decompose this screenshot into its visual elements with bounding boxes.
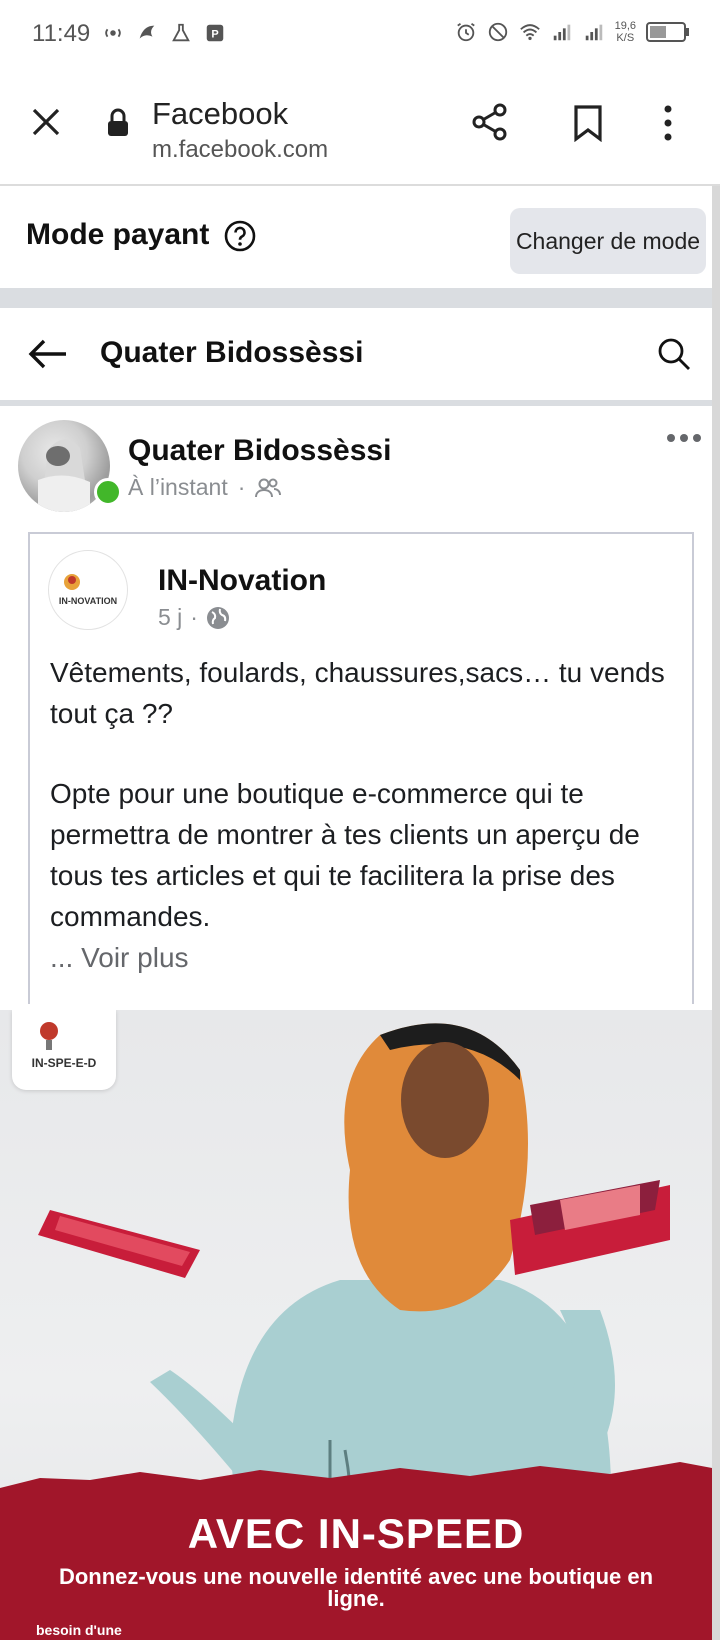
search-icon[interactable] xyxy=(656,336,692,372)
see-more-link[interactable]: ... Voir plus xyxy=(50,942,189,974)
status-system-icons: 19,6 K/S xyxy=(455,20,690,44)
hotspot-icon xyxy=(105,28,121,38)
battery-icon xyxy=(646,22,689,42)
pay-mode-title: Mode payant xyxy=(26,218,210,251)
meta-separator: · xyxy=(237,474,246,500)
shared-author-avatar[interactable]: IN-NOVATION xyxy=(48,550,128,630)
post-time[interactable]: À l’instant xyxy=(128,474,228,501)
browser-toolbar: Facebook m.facebook.com xyxy=(0,72,720,186)
flask-icon xyxy=(172,23,190,42)
inspeed-logo-text: IN-SPE-E-D xyxy=(31,1056,97,1070)
close-icon[interactable] xyxy=(30,106,62,138)
shared-author[interactable]: IN-Novation xyxy=(158,564,326,598)
friends-audience-icon[interactable] xyxy=(255,477,282,499)
shared-meta: 5 j · xyxy=(158,604,230,631)
status-time: 11:49 xyxy=(32,20,91,47)
shared-text-paragraph: Vêtements, foulards, chaussures,sacs… tu… xyxy=(50,657,665,729)
ad-headline: AVEC IN-SPEED xyxy=(187,1510,525,1557)
back-arrow-icon[interactable] xyxy=(28,338,68,370)
share-icon[interactable] xyxy=(470,102,510,142)
innovation-logo: IN-NOVATION xyxy=(59,574,117,606)
ad-subline: Donnez-vous une nouvelle identité avec u… xyxy=(58,1564,654,1611)
signal-2-icon xyxy=(585,24,602,41)
wifi-icon xyxy=(519,24,540,41)
pay-mode-banner: Mode payant Changer de mode xyxy=(0,186,712,288)
inspeed-logo-badge: IN-SPE-E-D xyxy=(12,1010,116,1090)
innovation-logo-text: IN-NOVATION xyxy=(59,596,117,606)
do-not-disturb-icon xyxy=(488,22,507,42)
lock-icon xyxy=(108,108,128,136)
network-speed: 19,6 K/S xyxy=(615,20,636,44)
network-speed-unit: K/S xyxy=(616,32,635,44)
globe-icon xyxy=(206,606,229,629)
powerpoint-icon: P xyxy=(206,24,224,42)
change-mode-button[interactable]: Changer de mode xyxy=(510,208,706,274)
status-bar: 11:49 P 19,6 K/S xyxy=(0,0,720,72)
page-title: Quater Bidossèssi xyxy=(100,336,364,369)
meta-separator: · xyxy=(190,604,198,630)
scrollbar[interactable] xyxy=(712,186,720,1640)
post-meta: À l’instant · xyxy=(128,474,282,501)
network-speed-value: 19,6 xyxy=(614,20,636,32)
bulb-icon xyxy=(40,1022,58,1050)
shared-post[interactable]: IN-NOVATION IN-Novation 5 j · Vêtements,… xyxy=(28,532,694,1004)
shared-post-text: Vêtements, foulards, chaussures,sacs… tu… xyxy=(50,652,670,937)
section-divider xyxy=(0,288,712,308)
online-indicator xyxy=(94,478,122,506)
site-title: Facebook xyxy=(152,96,289,131)
shared-time[interactable]: 5 j xyxy=(158,604,182,631)
bookmark-icon[interactable] xyxy=(572,104,604,142)
more-menu-icon[interactable] xyxy=(662,104,674,142)
help-icon[interactable] xyxy=(224,220,256,252)
svg-text:P: P xyxy=(211,29,218,41)
site-url[interactable]: m.facebook.com xyxy=(152,136,328,164)
post-options-icon[interactable] xyxy=(666,432,702,444)
page-header: Quater Bidossèssi xyxy=(0,308,712,406)
ad-small-text: besoin d'une xyxy=(36,1622,122,1638)
post-author[interactable]: Quater Bidossèssi xyxy=(128,434,391,468)
post-image[interactable]: IN-SPE-E-D AVEC IN-SPEED Donnez-vous une… xyxy=(0,1010,712,1640)
shared-text-paragraph: Opte pour une boutique e-commerce qui te… xyxy=(50,778,640,932)
status-notification-icons: P xyxy=(102,22,226,44)
app-notification-icon xyxy=(139,25,155,39)
post-card: Quater Bidossèssi À l’instant · IN-NOVAT… xyxy=(0,406,712,1010)
signal-1-icon xyxy=(553,24,570,41)
alarm-icon xyxy=(456,22,475,42)
